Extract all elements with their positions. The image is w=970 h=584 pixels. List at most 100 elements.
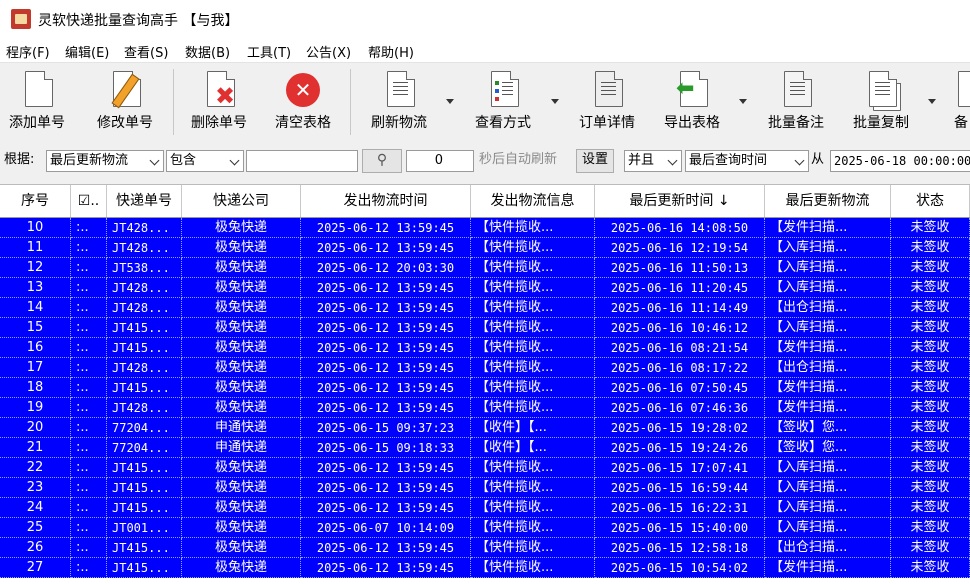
table-row[interactable]: 25:.. JT001... 极兔快递 2025-06-07 10:14:09 【快件揽… [0, 518, 970, 538]
cell-update-info: 【入库扫描... [765, 258, 891, 278]
edit-number-label: 修改单号 [97, 115, 153, 131]
table-row[interactable]: 20:.. 77204... 申通快递 2025-06-15 09:37:23 【收件】… [0, 418, 970, 438]
edit-number-button[interactable]: 修改单号 [90, 63, 160, 143]
header-col-update-info[interactable]: 最后更新物流 [765, 185, 891, 217]
header-col-ship-info[interactable]: 发出物流信息 [471, 185, 595, 217]
cell-update-time: 2025-06-16 07:46:36 [595, 398, 765, 418]
cell-tracking-number: JT428... [107, 358, 182, 378]
header-col-tracking-number[interactable]: 快递单号 [107, 185, 182, 217]
time-field-select[interactable]: 最后查询时间 [685, 150, 809, 172]
logic-select[interactable]: 并且 [624, 150, 682, 172]
cell-courier: 极兔快递 [182, 258, 301, 278]
order-detail-button[interactable]: 订单详情 [572, 63, 642, 143]
cell-status: 未签收 [891, 338, 970, 358]
view-dropdown-caret[interactable] [551, 99, 559, 104]
filter-bar: 根据: 最后更新物流 包含 ⚲ 0 秒后自动刷新 设置 并且 最后查询时间 从 … [0, 146, 970, 178]
header-col-ship-time[interactable]: 发出物流时间 [301, 185, 471, 217]
detail-document-icon [589, 71, 625, 111]
title-bar: 灵软快递批量查询高手 【与我】 [0, 0, 970, 38]
menu-view[interactable]: 查看(S) [124, 42, 168, 61]
export-dropdown-caret[interactable] [739, 99, 747, 104]
table-row[interactable]: 16:.. JT415... 极兔快递 2025-06-12 13:59:45 【快件揽… [0, 338, 970, 358]
cell-tracking-number: JT415... [107, 338, 182, 358]
cell-update-time: 2025-06-15 12:58:18 [595, 538, 765, 558]
backup-icon [958, 71, 970, 111]
table-row[interactable]: 21:.. 77204... 申通快递 2025-06-15 09:18:33 【收件】… [0, 438, 970, 458]
clear-table-label: 清空表格 [275, 115, 331, 131]
header-col-check[interactable]: ☑.. [71, 185, 107, 217]
table-row[interactable]: 23:.. JT415... 极兔快递 2025-06-12 13:59:45 【快件揽… [0, 478, 970, 498]
refresh-logistics-button[interactable]: 刷新物流 [362, 63, 436, 143]
menu-edit[interactable]: 编辑(E) [65, 42, 109, 61]
table-row[interactable]: 24:.. JT415... 极兔快递 2025-06-12 13:59:45 【快件揽… [0, 498, 970, 518]
batch-copy-button[interactable]: 批量复制 [846, 63, 916, 143]
filter-field-select[interactable]: 最后更新物流 [46, 150, 164, 172]
cell-tracking-number: JT001... [107, 518, 182, 538]
view-mode-button[interactable]: 查看方式 [468, 63, 538, 143]
add-number-button[interactable]: 添加单号 [4, 63, 70, 143]
table-row[interactable]: 17:.. JT428... 极兔快递 2025-06-12 13:59:45 【快件揽… [0, 358, 970, 378]
cell-index: 17 [0, 358, 71, 378]
menu-help[interactable]: 帮助(H) [368, 42, 414, 61]
cell-tracking-number: JT428... [107, 218, 182, 238]
table-row[interactable]: 13:.. JT428... 极兔快递 2025-06-12 13:59:45 【快件揽… [0, 278, 970, 298]
results-table: 序号 ☑.. 快递单号 快递公司 发出物流时间 发出物流信息 最后更新时间 ↓ 最后更新物流状… [0, 184, 970, 584]
cell-status: 未签收 [891, 498, 970, 518]
toolbar-separator [173, 69, 174, 135]
refresh-dropdown-caret[interactable] [446, 99, 454, 104]
table-row[interactable]: 12:.. JT538... 极兔快递 2025-06-12 20:03:30 【快件揽… [0, 258, 970, 278]
header-col-update-time[interactable]: 最后更新时间 ↓ [595, 185, 765, 217]
clear-table-button[interactable]: ✕ 清空表格 [268, 63, 338, 143]
menu-program[interactable]: 程序(F) [6, 42, 50, 61]
batch-note-button[interactable]: 批量备注 [760, 63, 832, 143]
table-row[interactable]: 18:.. JT415... 极兔快递 2025-06-12 13:59:45 【快件揽… [0, 378, 970, 398]
cell-check: :.. [71, 298, 107, 318]
menu-tools[interactable]: 工具(T) [247, 42, 291, 61]
backup-button[interactable]: 备 [950, 63, 970, 143]
cell-ship-time: 2025-06-12 13:59:45 [301, 398, 471, 418]
menu-data[interactable]: 数据(B) [185, 42, 230, 61]
table-row[interactable]: 11:.. JT428... 极兔快递 2025-06-12 13:59:45 【快件揽… [0, 238, 970, 258]
cell-update-time: 2025-06-16 07:50:45 [595, 378, 765, 398]
cell-ship-info: 【快件揽收... [471, 518, 595, 538]
export-table-button[interactable]: ⬅ 导出表格 [656, 63, 728, 143]
filter-value-input[interactable] [246, 150, 358, 172]
settings-button[interactable]: 设置 [576, 149, 614, 173]
table-row[interactable]: 22:.. JT415... 极兔快递 2025-06-12 13:59:45 【快件揽… [0, 458, 970, 478]
cell-update-info: 【入库扫描... [765, 238, 891, 258]
header-col-courier[interactable]: 快递公司 [182, 185, 301, 217]
table-row[interactable]: 10:.. JT428... 极兔快递 2025-06-12 13:59:45 【快件揽… [0, 218, 970, 238]
cell-check: :.. [71, 278, 107, 298]
filter-operator-select[interactable]: 包含 [166, 150, 244, 172]
cell-ship-info: 【快件揽收... [471, 378, 595, 398]
backup-label: 备 [954, 115, 968, 131]
delete-number-button[interactable]: ✖ 删除单号 [184, 63, 254, 143]
list-document-icon [381, 71, 417, 111]
delete-document-icon: ✖ [201, 71, 237, 111]
filter-field-value: 最后更新物流 [50, 153, 129, 168]
table-row[interactable]: 19:.. JT428... 极兔快递 2025-06-12 13:59:45 【快件揽… [0, 398, 970, 418]
menu-notice[interactable]: 公告(X) [306, 42, 351, 61]
table-row[interactable]: 15:.. JT415... 极兔快递 2025-06-12 13:59:45 【快件揽… [0, 318, 970, 338]
cell-ship-time: 2025-06-15 09:37:23 [301, 418, 471, 438]
batch-copy-label: 批量复制 [853, 115, 909, 131]
cell-update-time: 2025-06-16 11:20:45 [595, 278, 765, 298]
refresh-seconds-input[interactable]: 0 [406, 150, 474, 172]
header-col-status[interactable]: 状态 [891, 185, 970, 217]
view-mode-label: 查看方式 [475, 115, 531, 131]
start-date-input[interactable]: 2025-06-18 00:00:00 [830, 150, 970, 172]
search-button[interactable]: ⚲ [362, 149, 402, 173]
table-row[interactable]: 27:.. JT415... 极兔快递 2025-06-12 13:59:45 【快件揽… [0, 558, 970, 578]
cell-update-info: 【发件扫描... [765, 398, 891, 418]
header-col-index[interactable]: 序号 [0, 185, 71, 217]
cell-courier: 极兔快递 [182, 498, 301, 518]
cell-tracking-number: JT428... [107, 238, 182, 258]
table-row[interactable]: 14:.. JT428... 极兔快递 2025-06-12 13:59:45 【快件揽… [0, 298, 970, 318]
copy-dropdown-caret[interactable] [928, 99, 936, 104]
cell-update-info: 【入库扫描... [765, 478, 891, 498]
cell-update-time: 2025-06-15 16:22:31 [595, 498, 765, 518]
table-row[interactable]: 26:.. JT415... 极兔快递 2025-06-12 13:59:45 【快件揽… [0, 538, 970, 558]
cell-status: 未签收 [891, 218, 970, 238]
cell-check: :.. [71, 358, 107, 378]
cell-ship-info: 【收件】【... [471, 418, 595, 438]
